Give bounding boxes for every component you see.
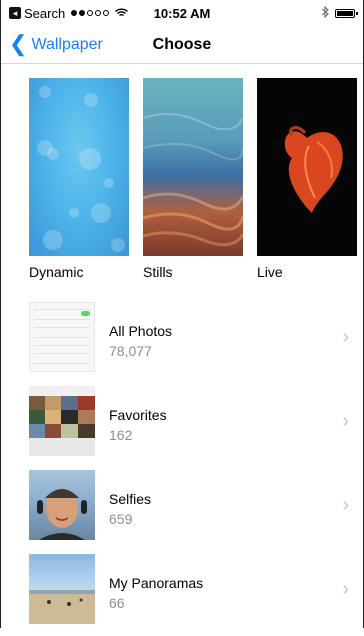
chevron-right-icon: › (342, 578, 349, 600)
back-to-app-label[interactable]: Search (24, 6, 65, 21)
category-stills[interactable]: Stills (143, 78, 243, 280)
album-thumbnail (29, 470, 95, 540)
wifi-icon (115, 6, 129, 21)
album-thumbnail (29, 554, 95, 624)
album-row-selfies[interactable]: Selfies 659 › (1, 468, 363, 552)
chevron-right-icon: › (342, 326, 349, 348)
chevron-right-icon: › (342, 494, 349, 516)
album-list: All Photos 78,077 › Favorites 162 › Self… (1, 300, 363, 636)
bluetooth-icon (321, 5, 329, 21)
back-to-app-icon[interactable]: ◂ (9, 7, 21, 19)
category-live[interactable]: Live (257, 78, 357, 280)
status-bar-left: ◂ Search (9, 6, 321, 21)
status-bar-right (321, 5, 358, 21)
album-count: 659 (109, 511, 133, 527)
status-bar: ◂ Search 10:52 AM (1, 0, 363, 26)
category-label: Dynamic (29, 264, 84, 280)
album-row-all-photos[interactable]: All Photos 78,077 › (1, 300, 363, 384)
album-thumbnail (29, 302, 95, 372)
chevron-left-icon: ❮ (9, 30, 28, 56)
album-count: 66 (109, 595, 125, 611)
navigation-bar: ❮ Wallpaper Choose (1, 26, 363, 64)
category-label: Live (257, 264, 283, 280)
live-thumbnail (257, 78, 357, 256)
chevron-right-icon: › (342, 410, 349, 432)
back-button-label: Wallpaper (31, 36, 103, 53)
album-row-favorites[interactable]: Favorites 162 › (1, 384, 363, 468)
stills-thumbnail (143, 78, 243, 256)
album-title: Favorites (109, 407, 167, 423)
category-dynamic[interactable]: Dynamic (29, 78, 129, 280)
back-button[interactable]: ❮ Wallpaper (9, 26, 103, 64)
album-row-my-panoramas[interactable]: My Panoramas 66 › (1, 552, 363, 636)
album-title: Selfies (109, 491, 152, 507)
signal-strength-icon (71, 10, 110, 16)
category-label: Stills (143, 264, 173, 280)
dynamic-thumbnail (29, 78, 129, 256)
wallpaper-categories: Dynamic Stills Live (29, 78, 364, 280)
album-title: All Photos (109, 323, 173, 339)
album-title: My Panoramas (109, 575, 204, 591)
album-thumbnail (29, 386, 95, 456)
album-count: 78,077 (109, 343, 152, 359)
battery-icon (335, 8, 358, 18)
album-count: 162 (109, 427, 133, 443)
